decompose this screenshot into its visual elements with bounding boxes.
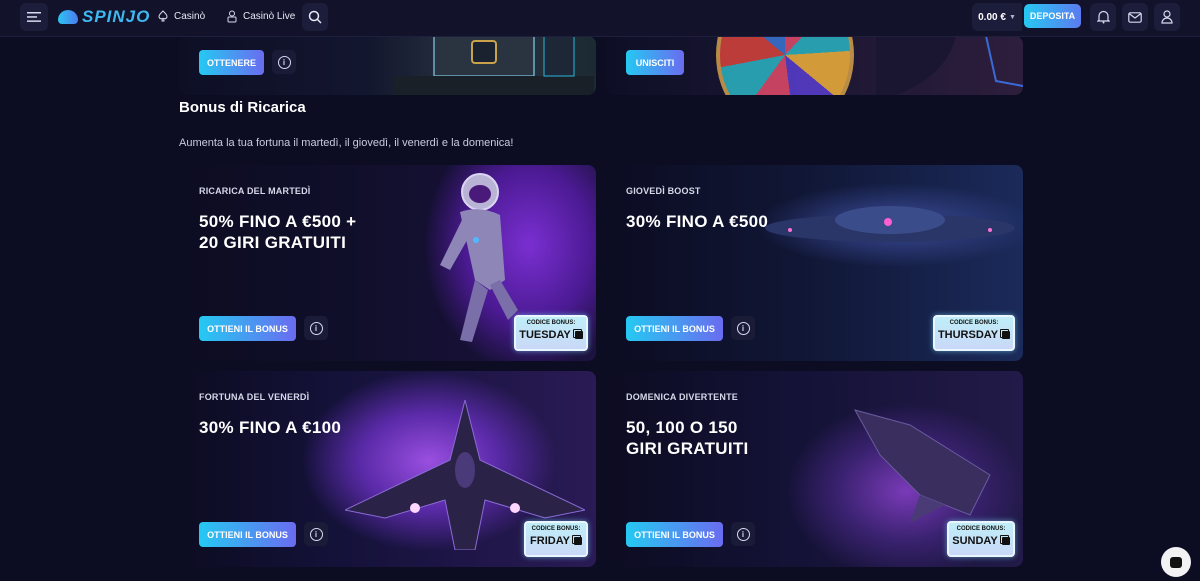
info-icon: i xyxy=(309,321,323,335)
bonus-headline: 30% FINO A €500 xyxy=(626,211,768,232)
get-bonus-button-tuesday[interactable]: OTTIENI IL BONUS xyxy=(199,316,296,341)
logo-icon xyxy=(58,10,78,24)
info-icon: i xyxy=(736,321,750,335)
notifications-button[interactable] xyxy=(1090,3,1116,31)
info-button-thursday[interactable]: i xyxy=(731,316,755,340)
dealer-icon xyxy=(227,10,237,23)
bonus-code-value: SUNDAY xyxy=(952,535,998,547)
bonus-headline-line2: GIRI GRATUITI xyxy=(626,439,749,458)
chat-icon xyxy=(1170,556,1182,568)
section-description: Aumenta la tua fortuna il martedì, il gi… xyxy=(179,137,514,149)
bonus-code-value: FRIDAY xyxy=(530,535,570,547)
search-button[interactable] xyxy=(302,3,328,31)
info-icon: i xyxy=(277,55,291,69)
nav-casino-live-label: Casinò Live xyxy=(243,11,296,22)
bonus-headline: 50% FINO A €500 + 20 GIRI GRATUITI xyxy=(199,211,356,253)
account-button[interactable] xyxy=(1154,3,1180,31)
search-icon xyxy=(308,10,322,24)
bonus-code-value: TUESDAY xyxy=(519,329,571,341)
bonus-code-sunday[interactable]: CODICE BONUS: SUNDAY xyxy=(947,521,1015,557)
info-icon: i xyxy=(309,527,323,541)
bonus-code-caption: CODICE BONUS: xyxy=(526,320,576,326)
nav-casino-live[interactable]: Casinò Live xyxy=(226,10,295,23)
hamburger-icon xyxy=(27,12,41,22)
prize-wheel-image xyxy=(716,36,854,95)
info-button-tuesday[interactable]: i xyxy=(304,316,328,340)
bonus-headline-line2: 20 GIRI GRATUITI xyxy=(199,233,347,252)
spade-icon xyxy=(158,10,168,22)
get-bonus-button-thursday[interactable]: OTTIENI IL BONUS xyxy=(626,316,723,341)
user-icon xyxy=(1161,10,1173,24)
copy-icon[interactable] xyxy=(999,535,1010,545)
bonus-headline-line1: 30% FINO A €500 xyxy=(626,212,769,231)
treasure-chest-image xyxy=(394,36,594,95)
get-button[interactable]: OTTENERE xyxy=(199,50,264,75)
join-button[interactable]: UNISCITI xyxy=(626,50,684,75)
get-bonus-button-sunday[interactable]: OTTIENI IL BONUS xyxy=(626,522,723,547)
info-icon: i xyxy=(736,527,750,541)
bonus-code-caption: CODICE BONUS: xyxy=(531,526,581,532)
bonus-headline: 50, 100 O 150 GIRI GRATUITI xyxy=(626,417,749,459)
copy-icon[interactable] xyxy=(1000,329,1011,339)
ufo-image xyxy=(765,206,1015,242)
bonus-label: DOMENICA DIVERTENTE xyxy=(626,392,738,402)
deposit-button[interactable]: DEPOSITA xyxy=(1024,4,1081,28)
bonus-code-thursday[interactable]: CODICE BONUS: THURSDAY xyxy=(933,315,1015,351)
menu-button[interactable] xyxy=(20,3,48,31)
brand-logo[interactable]: SPINJO xyxy=(58,7,150,27)
brand-name: SPINJO xyxy=(82,7,151,26)
info-button[interactable]: i xyxy=(272,50,296,74)
bonus-code-tuesday[interactable]: CODICE BONUS: TUESDAY xyxy=(514,315,588,351)
bonus-label: GIOVEDÌ BOOST xyxy=(626,186,701,196)
balance-value: 0.00 € xyxy=(978,11,1006,23)
space-whale-image xyxy=(853,409,991,523)
messages-button[interactable] xyxy=(1122,3,1148,31)
bonus-code-value: THURSDAY xyxy=(937,329,999,341)
section-title: Bonus di Ricarica xyxy=(179,99,306,116)
bell-icon xyxy=(1096,10,1110,24)
bonus-headline-line1: 30% FINO A €100 xyxy=(199,418,342,437)
bonus-headline: 30% FINO A €100 xyxy=(199,417,341,438)
astronaut-arm-image xyxy=(876,36,1023,95)
balance-display[interactable]: 0.00 € ▼ xyxy=(972,3,1022,31)
live-chat-button[interactable] xyxy=(1161,547,1191,577)
bonus-code-caption: CODICE BONUS: xyxy=(956,526,1006,532)
info-button-sunday[interactable]: i xyxy=(731,522,755,546)
copy-icon[interactable] xyxy=(571,535,582,545)
bonus-label: RICARICA DEL MARTEDÌ xyxy=(199,186,311,196)
nav-casino[interactable]: Casinò xyxy=(157,10,205,22)
bonus-label: FORTUNA DEL VENERDÌ xyxy=(199,392,310,402)
bonus-code-caption: CODICE BONUS: xyxy=(949,320,999,326)
astronaut-image xyxy=(440,173,518,342)
bonus-headline-line1: 50% FINO A €500 + xyxy=(199,212,357,231)
copy-icon[interactable] xyxy=(572,329,583,339)
bonus-headline-line1: 50, 100 O 150 xyxy=(626,418,738,437)
nav-casino-label: Casinò xyxy=(174,10,206,22)
bonus-code-friday[interactable]: CODICE BONUS: FRIDAY xyxy=(524,521,588,557)
get-bonus-button-friday[interactable]: OTTIENI IL BONUS xyxy=(199,522,296,547)
top-navigation-bar: SPINJO Casinò Casinò Live 0.00 € ▼ DEPOS… xyxy=(0,0,1200,37)
chevron-down-icon: ▼ xyxy=(1008,13,1016,21)
envelope-icon xyxy=(1128,11,1142,23)
info-button-friday[interactable]: i xyxy=(304,522,328,546)
